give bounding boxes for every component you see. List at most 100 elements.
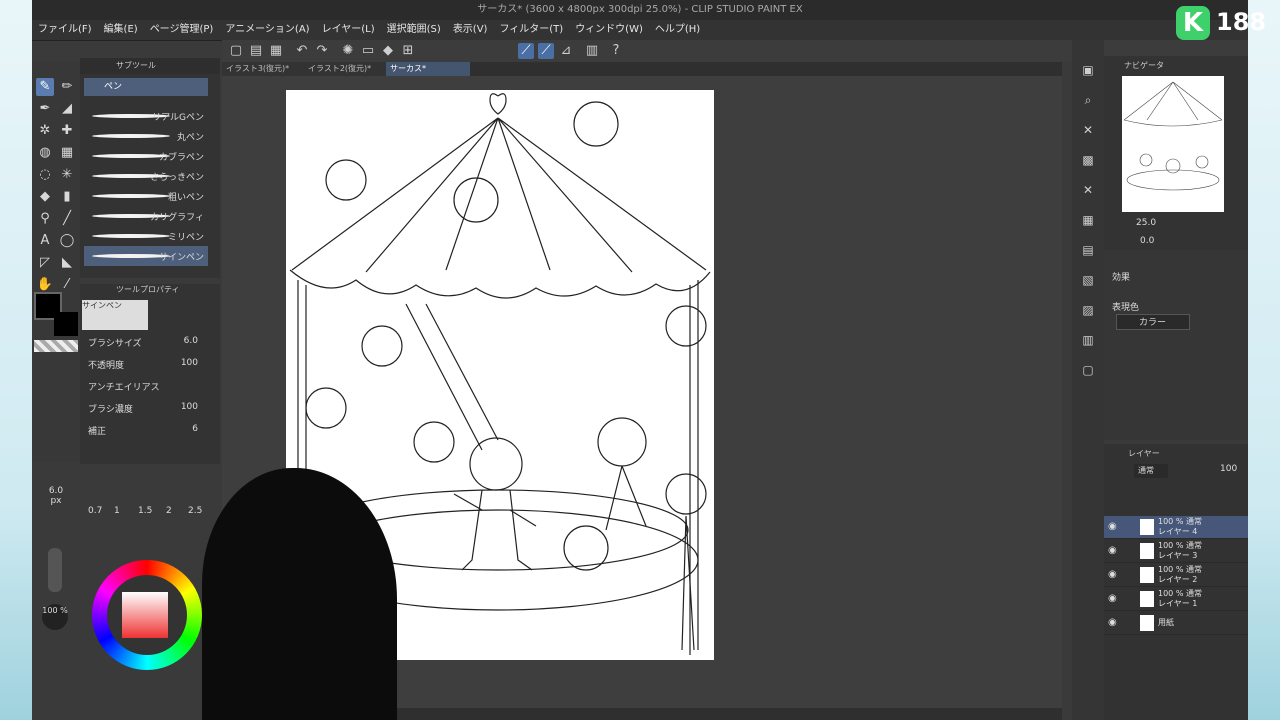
menu-layer[interactable]: レイヤー(L) [316,20,381,40]
stabilization-row[interactable]: 補正 6 [88,424,212,440]
move-tool-icon[interactable]: ✚ [58,122,76,140]
transparent-color-swatch[interactable] [34,340,78,352]
blend-mode-dropdown[interactable]: 通常 [1134,464,1168,478]
tool-property-header: ツールプロパティ [116,285,180,294]
history-icon[interactable]: ▧ [1080,272,1096,288]
brush-milli-pen[interactable]: ミリペン [84,226,208,246]
pattern-icon[interactable]: ▦ [1080,212,1096,228]
menu-filter[interactable]: フィルター(T) [493,20,569,40]
close-panel-icon[interactable]: ✕ [1080,182,1096,198]
brush-dry-pen[interactable]: さらっきペン [84,166,208,186]
save-icon[interactable]: ▦ [268,43,284,59]
layer-row[interactable]: ◉ 100 % 通常 レイヤー 2 [1104,564,1248,587]
brush-size-presets: 0.7 1 1.5 2 2.5 [80,506,220,522]
close-panel-icon[interactable]: ✕ [1080,122,1096,138]
undo-icon[interactable]: ↶ [294,43,310,59]
brush-round-pen[interactable]: 丸ペン [84,126,208,146]
size-slider[interactable] [48,548,62,592]
eraser-tool-icon[interactable]: ◢ [58,100,76,118]
eye-icon: ◉ [1108,617,1117,628]
brush-sign-pen[interactable]: サインペン [84,246,208,266]
fill-icon[interactable]: ◆ [380,43,396,59]
tab-circus[interactable]: サーカス* [386,62,470,76]
anti-alias-row[interactable]: アンチエイリアス [88,380,212,396]
layer-row[interactable]: ◉ 100 % 通常 レイヤー 3 [1104,540,1248,563]
opacity-row[interactable]: 不透明度 100 [88,358,212,374]
image-icon[interactable]: ▨ [1080,302,1096,318]
snap-ruler-icon[interactable]: ⟋ [518,43,534,59]
subtool-header: サブツール [80,58,220,74]
line-tool-icon[interactable]: ╱ [58,210,76,228]
layer-opacity-value[interactable]: 100 [1220,464,1237,474]
open-folder-icon[interactable]: ▤ [248,43,264,59]
snap-special-ruler-icon[interactable]: ⟋ [538,43,554,59]
transform-icon[interactable]: ⊞ [400,43,416,59]
menu-help[interactable]: ヘルプ(H) [649,20,706,40]
size-preset[interactable]: 0.7 [88,506,102,516]
layer-row[interactable]: ◉ 100 % 通常 レイヤー 1 [1104,588,1248,611]
brush-real-g-pen[interactable]: リアルGペン [84,106,208,126]
blend-tool-icon[interactable]: ◍ [36,144,54,162]
menu-animation[interactable]: アニメーション(A) [219,20,315,40]
search-icon[interactable]: ⌕ [1080,92,1096,108]
menu-window[interactable]: ウィンドウ(W) [569,20,649,40]
settings-icon[interactable]: ▥ [584,43,600,59]
size-preset[interactable]: 1.5 [138,506,152,516]
new-file-icon[interactable]: ▢ [228,43,244,59]
menu-file[interactable]: ファイル(F) [32,20,98,40]
redo-icon[interactable]: ↷ [314,43,330,59]
size-preset[interactable]: 2.5 [188,506,202,516]
object-tool-icon[interactable]: ⚲ [36,210,54,228]
decoration-tool-icon[interactable]: ✲ [36,122,54,140]
gradient-tool-icon[interactable]: ▮ [58,188,76,206]
layer-search-icon[interactable]: ▢ [1080,362,1096,378]
brush-kabura-pen[interactable]: カブラペン [84,146,208,166]
layer-property-icon[interactable]: ▤ [1080,242,1096,258]
color-picker-square[interactable] [122,592,168,638]
right-icon-strip: ▣ ⌕ ✕ ▩ ✕ ▦ ▤ ▧ ▨ ▥ ▢ [1072,40,1104,720]
navigator-thumbnail[interactable] [1122,76,1224,212]
material-icon[interactable]: ▣ [1080,62,1096,78]
subtool-group-tab[interactable]: ペン [84,78,208,96]
menu-view[interactable]: 表示(V) [447,20,494,40]
balloon-tool-icon[interactable]: ◯ [58,232,76,250]
grid-tool-icon[interactable]: ▦ [58,144,76,162]
navigator-panel: ナビゲータ [1104,56,1248,266]
fill-tool-icon[interactable]: ◆ [36,188,54,206]
stream-overlay-left [0,0,32,720]
brush-size-row[interactable]: ブラシサイズ 6.0 [88,336,212,352]
brush-tool-icon[interactable]: ✒ [36,100,54,118]
camera-icon[interactable]: ▩ [1080,152,1096,168]
expression-color-dropdown[interactable]: カラー [1116,314,1190,330]
brush-rough-pen[interactable]: 粗いペン [84,186,208,206]
pen-tool-icon[interactable]: ✎ [36,78,54,96]
ruler-tool-icon[interactable]: ◣ [58,254,76,272]
text-tool-icon[interactable]: A [36,232,54,250]
tab-illust3[interactable]: イラスト3(復元)* [222,62,306,76]
badge-k-icon: K [1176,6,1210,40]
brush-size-readout: 6.0 px [48,486,64,506]
clear-icon[interactable]: ▭ [360,43,376,59]
menu-edit[interactable]: 編集(E) [98,20,144,40]
brush-calligraphy[interactable]: カリグラフィ [84,206,208,226]
magic-wand-icon[interactable]: ✳ [58,166,76,184]
snap-grid-icon[interactable]: ⊿ [558,43,574,59]
zoom-readout[interactable]: 25.0 [1136,218,1156,228]
size-preset[interactable]: 1 [114,506,120,516]
menu-selection[interactable]: 選択範囲(S) [381,20,447,40]
rotation-readout[interactable]: 0.0 [1140,236,1154,246]
lasso-tool-icon[interactable]: ◌ [36,166,54,184]
pencil-tool-icon[interactable]: ✏ [58,78,76,96]
menu-page[interactable]: ページ管理(P) [144,20,220,40]
brush-density-row[interactable]: ブラシ濃度 100 [88,402,212,418]
layer-row[interactable]: ◉ 100 % 通常 レイヤー 4 [1104,516,1248,539]
help-icon[interactable]: ? [608,43,624,59]
tab-illust2[interactable]: イラスト2(復元)* [304,62,388,76]
sub-color-swatch[interactable] [54,312,78,336]
info-icon[interactable]: ▥ [1080,332,1096,348]
layer-row[interactable]: ◉ 用紙 [1104,612,1248,635]
current-tool-preview: サインペン [82,300,148,330]
sparkle-icon[interactable]: ✺ [340,43,356,59]
frame-tool-icon[interactable]: ◸ [36,254,54,272]
size-preset[interactable]: 2 [166,506,172,516]
